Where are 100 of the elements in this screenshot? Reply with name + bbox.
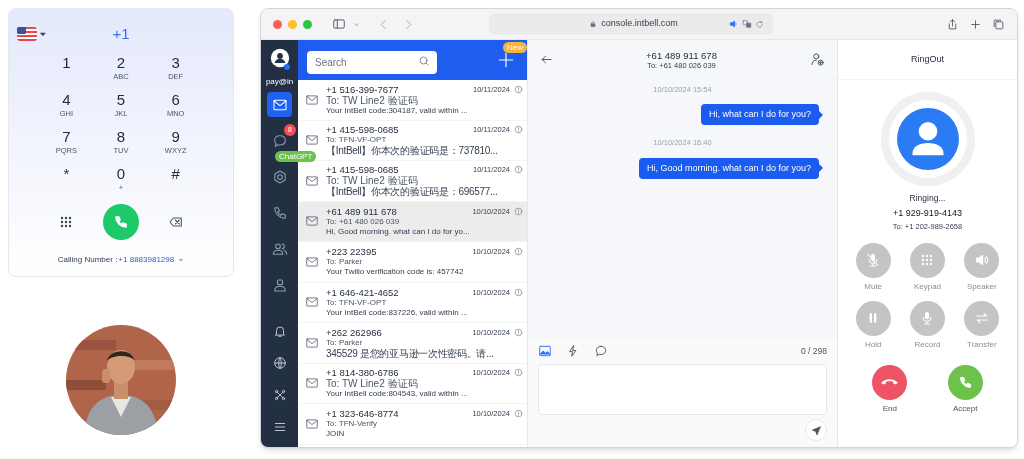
call-status: Ringing... (909, 192, 946, 205)
recipient: To: TW Line2 验证码 (326, 175, 419, 187)
recipient: To: Parker (326, 337, 364, 348)
control-label: Transfer (967, 338, 997, 351)
chat-bubble-icon[interactable] (594, 344, 608, 358)
lock-icon (589, 20, 598, 28)
globe-icon (272, 356, 287, 370)
control-label: Speaker (966, 280, 997, 293)
bubble-tail-icon (819, 110, 823, 119)
bell-icon (272, 324, 287, 338)
dial-code: +1 (112, 24, 130, 44)
dial-key[interactable]: 1 (39, 51, 94, 89)
recipient: To: TW Line2 验证码 (326, 378, 419, 390)
translate-icon[interactable] (742, 19, 752, 29)
message-preview: 345529 是您的亚马逊一次性密码。请... (326, 347, 495, 359)
info-icon[interactable] (514, 368, 523, 378)
info-icon[interactable] (514, 409, 523, 419)
hexagon-icon (271, 168, 288, 185)
transfer-icon (973, 310, 990, 326)
phone-icon (113, 213, 129, 230)
recipient: To: Parker (326, 257, 364, 268)
sidebar-toggle-icon[interactable] (332, 17, 346, 31)
back-arrow-icon[interactable] (540, 53, 553, 66)
send-icon (810, 424, 822, 436)
maximize-button[interactable] (303, 19, 312, 29)
phone-number: +1 323-646-8774 (326, 408, 399, 420)
plus-icon[interactable] (497, 51, 515, 69)
control-label: Keypad (913, 280, 942, 293)
dial-key[interactable]: * (39, 162, 94, 200)
lightning-icon[interactable] (566, 344, 580, 358)
action-label: End (882, 402, 897, 415)
recipient: To: TFN-VF-OPT (326, 297, 388, 308)
share-icon[interactable] (946, 17, 959, 31)
info-icon[interactable] (514, 165, 523, 175)
chat-bubble-icon (271, 132, 288, 149)
phone-number: +1 814-380-6786 (326, 367, 399, 379)
recipient: To: TFN-Verify (326, 419, 378, 430)
envelope-icon (305, 214, 319, 229)
image-icon[interactable] (538, 344, 552, 358)
bubble-tail-icon (819, 164, 823, 172)
phone-number: +262 262966 (326, 326, 382, 338)
control-label: Record (914, 338, 941, 351)
caller-number: +1 929-919-4143 (893, 206, 962, 220)
envelope-icon (305, 173, 319, 188)
call-panel-title: RingOut (911, 52, 944, 66)
phone-number: +223 22395 (326, 246, 377, 258)
sidebar-item[interactable] (267, 92, 292, 117)
new-badge: New (503, 42, 527, 53)
address-bar[interactable]: console.intbell.com (489, 14, 773, 34)
message-preview: Your IntBell code:304187, valid within ... (326, 105, 469, 116)
message-preview: Hi, Good morning. what can I do for yo... (326, 226, 471, 237)
call-button[interactable] (103, 203, 139, 240)
action-label: Accept (953, 402, 978, 415)
calling-number-label: Calling Number : (57, 253, 118, 266)
envelope-icon (305, 92, 319, 107)
recipient: To: TFN-VF-OPT (326, 135, 388, 145)
close-button[interactable] (273, 19, 282, 29)
info-icon[interactable] (514, 125, 523, 135)
url-text: console.intbell.com (601, 17, 678, 31)
envelope-icon (305, 295, 319, 310)
dial-key[interactable]: # (148, 162, 203, 200)
speaker-icon (973, 252, 990, 268)
control-label: Mute (864, 280, 883, 293)
menu-icon (272, 420, 287, 434)
hang-up-icon (881, 379, 899, 385)
avatar-icon[interactable] (269, 48, 290, 68)
recipient: To: +61 480 026 039 (326, 216, 401, 227)
control-label: Hold (864, 338, 882, 351)
message-preview: Your Twilio verification code is: 457742 (326, 267, 465, 278)
add-contact-icon[interactable] (810, 52, 825, 67)
send-button[interactable] (805, 419, 827, 441)
flag-icon[interactable] (17, 27, 37, 42)
caret-icon[interactable] (39, 30, 47, 39)
message-preview: JOIN (326, 429, 346, 440)
tooltip: ChatGPT (275, 151, 317, 162)
search-field[interactable]: Search (307, 50, 437, 74)
info-icon[interactable] (514, 247, 523, 257)
plus-icon[interactable] (969, 17, 982, 31)
message-bubble: Hi, what can I do for you? (700, 104, 819, 126)
phone-icon (271, 204, 288, 221)
speaker-icon[interactable] (729, 19, 739, 29)
accept-call-button[interactable] (947, 364, 983, 400)
envelope-icon (305, 254, 319, 269)
info-icon[interactable] (514, 206, 523, 216)
info-icon[interactable] (514, 327, 523, 337)
people-icon (271, 240, 288, 257)
reload-icon[interactable] (755, 19, 764, 29)
end-call-button[interactable] (872, 364, 908, 400)
message-input[interactable] (538, 364, 827, 415)
info-icon[interactable] (514, 287, 523, 297)
info-icon[interactable] (514, 84, 523, 94)
phone-number: +1 415-598-0685 (326, 164, 399, 176)
phone-number: +1 646-421-4652 (326, 286, 399, 298)
cross-icon (272, 388, 287, 402)
envelope-icon (305, 376, 319, 391)
message-preview: Your IntBell code:804543, valid within ... (326, 389, 469, 400)
tabs-icon[interactable] (992, 17, 1005, 31)
search-icon[interactable] (418, 54, 430, 67)
envelope-icon (305, 133, 319, 148)
calling-number[interactable]: +1 8883981298 (118, 253, 175, 266)
